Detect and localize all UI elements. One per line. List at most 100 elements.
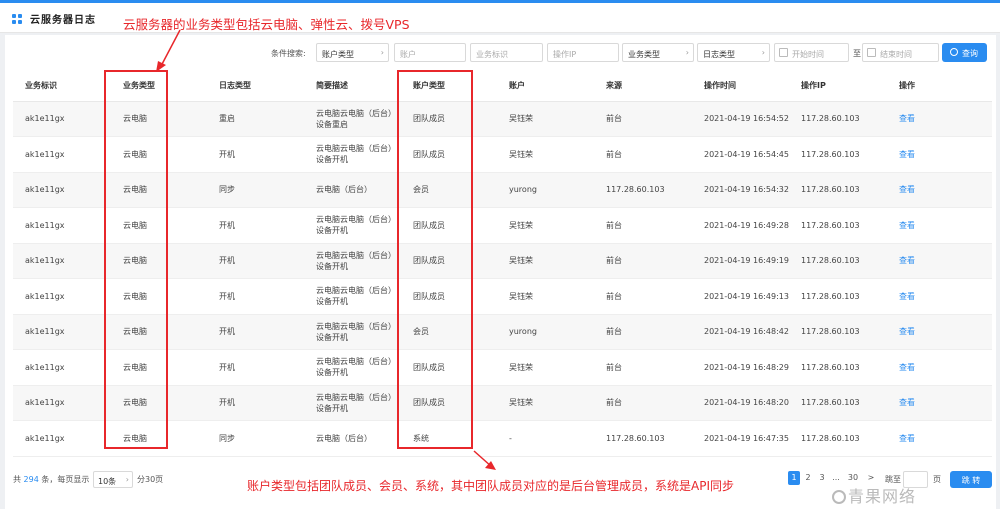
table-cell: 吴钰荣 [497, 385, 594, 421]
table-cell: 前台 [594, 136, 692, 173]
table-cell: 开机 [207, 243, 304, 279]
chevron-right-icon: › [685, 48, 689, 57]
table-cell: 117.28.60.103 [789, 172, 887, 208]
end-time-picker[interactable]: 结束时间 [862, 43, 939, 62]
search-icon [950, 48, 958, 56]
watermark: 青果网络 [832, 483, 916, 507]
total-pages-text: 分30页 [137, 475, 164, 484]
total-count: 294 [23, 475, 39, 484]
table-cell: 查看 [887, 243, 992, 279]
table-cell: 云电脑云电脑（后台）设备开机 [304, 207, 401, 244]
page-number[interactable]: 2 [802, 471, 814, 485]
table-cell: 云电脑云电脑（后台）设备开机 [304, 349, 401, 386]
query-button-label: 查询 [962, 49, 978, 58]
column-header: 来源 [594, 70, 692, 102]
view-link[interactable]: 查看 [899, 292, 915, 301]
calendar-icon [779, 48, 788, 57]
table-cell: yurong [497, 314, 594, 350]
page-size-select[interactable]: 10条 › [93, 471, 133, 488]
table-cell: 查看 [887, 314, 992, 350]
view-link[interactable]: 查看 [899, 398, 915, 407]
column-header: 日志类型 [207, 70, 304, 102]
table-cell: 117.28.60.103 [789, 385, 887, 421]
annotation-bottom: 账户类型包括团队成员、会员、系统，其中团队成员对应的是后台管理成员，系统是API… [247, 479, 734, 493]
table-cell: 查看 [887, 349, 992, 386]
account-placeholder: 账户 [400, 50, 416, 59]
table-cell: 前台 [594, 101, 692, 137]
table-cell: 2021-04-19 16:49:19 [692, 243, 789, 279]
table-cell: 吴钰荣 [497, 278, 594, 315]
page-number[interactable]: 1 [788, 471, 800, 485]
table-cell: 117.28.60.103 [594, 172, 692, 208]
table-cell: ak1e11gx [13, 349, 111, 386]
table-cell: 117.28.60.103 [789, 136, 887, 173]
log-type-value: 日志类型 [703, 50, 735, 59]
table-cell: ak1e11gx [13, 101, 111, 137]
business-type-select[interactable]: 业务类型 › [622, 43, 694, 62]
table-cell: 查看 [887, 172, 992, 208]
view-link[interactable]: 查看 [899, 256, 915, 265]
table-cell: 查看 [887, 420, 992, 457]
column-header: 账户 [497, 70, 594, 102]
table-cell: 117.28.60.103 [789, 207, 887, 244]
table-cell: 前台 [594, 243, 692, 279]
table-cell: ak1e11gx [13, 172, 111, 208]
table-cell: 云电脑云电脑（后台）设备开机 [304, 278, 401, 315]
table-cell: ak1e11gx [13, 136, 111, 173]
total-count-text: 共 294 条，每页显示 [13, 474, 89, 485]
query-button[interactable]: 查询 [942, 43, 987, 62]
table-cell: 吴钰荣 [497, 207, 594, 244]
view-link[interactable]: 查看 [899, 327, 915, 336]
account-type-select[interactable]: 账户类型 › [316, 43, 389, 62]
view-link[interactable]: 查看 [899, 150, 915, 159]
operation-ip-input[interactable]: 操作IP [547, 43, 619, 62]
table-cell: 开机 [207, 314, 304, 350]
view-link[interactable]: 查看 [899, 221, 915, 230]
table-cell: 开机 [207, 349, 304, 386]
table-cell: 云电脑云电脑（后台）设备重启 [304, 101, 401, 137]
total-suffix: 条，每页显示 [41, 475, 90, 484]
table-cell: 2021-04-19 16:54:52 [692, 101, 789, 137]
account-type-value: 账户类型 [322, 50, 354, 59]
page-label: 页 [933, 475, 941, 484]
business-id-input[interactable]: 业务标识 [470, 43, 543, 62]
start-time-picker[interactable]: 开始时间 [774, 43, 849, 62]
view-link[interactable]: 查看 [899, 363, 915, 372]
table-cell: 117.28.60.103 [789, 243, 887, 279]
watermark-logo-icon [832, 490, 846, 504]
table-cell: 2021-04-19 16:49:13 [692, 278, 789, 315]
business-id-placeholder: 业务标识 [476, 50, 508, 59]
chevron-right-icon: › [380, 48, 384, 57]
log-type-select[interactable]: 日志类型 › [697, 43, 770, 62]
table-cell: - [497, 420, 594, 457]
view-link[interactable]: 查看 [899, 434, 915, 443]
total-prefix: 共 [13, 475, 21, 484]
view-link[interactable]: 查看 [899, 114, 915, 123]
account-input[interactable]: 账户 [394, 43, 466, 62]
table-cell: 117.28.60.103 [789, 420, 887, 457]
table-cell: 开机 [207, 278, 304, 315]
table-cell: 2021-04-19 16:48:42 [692, 314, 789, 350]
page-number[interactable]: 3 [816, 471, 828, 485]
table-cell: 云电脑云电脑（后台）设备开机 [304, 385, 401, 421]
jump-button[interactable]: 跳 转 [950, 471, 992, 488]
table-cell: 前台 [594, 349, 692, 386]
table-cell: 重启 [207, 101, 304, 137]
account-type-highlight-box [397, 70, 473, 449]
view-link[interactable]: 查看 [899, 185, 915, 194]
table-cell: 开机 [207, 136, 304, 173]
chevron-right-icon: › [761, 48, 765, 57]
page-title: 云服务器日志 [30, 15, 96, 26]
table-cell: 查看 [887, 207, 992, 244]
table-cell: 前台 [594, 314, 692, 350]
table-cell: 2021-04-19 16:49:28 [692, 207, 789, 244]
watermark-text: 青果网络 [848, 487, 917, 506]
column-header: 操作 [887, 70, 992, 102]
table-cell: 查看 [887, 385, 992, 421]
table-cell: 云电脑云电脑（后台）设备开机 [304, 314, 401, 350]
table-cell: ak1e11gx [13, 314, 111, 350]
calendar-icon [867, 48, 876, 57]
table-cell: 吴钰荣 [497, 243, 594, 279]
table-cell: 查看 [887, 101, 992, 137]
table-cell: 117.28.60.103 [789, 314, 887, 350]
